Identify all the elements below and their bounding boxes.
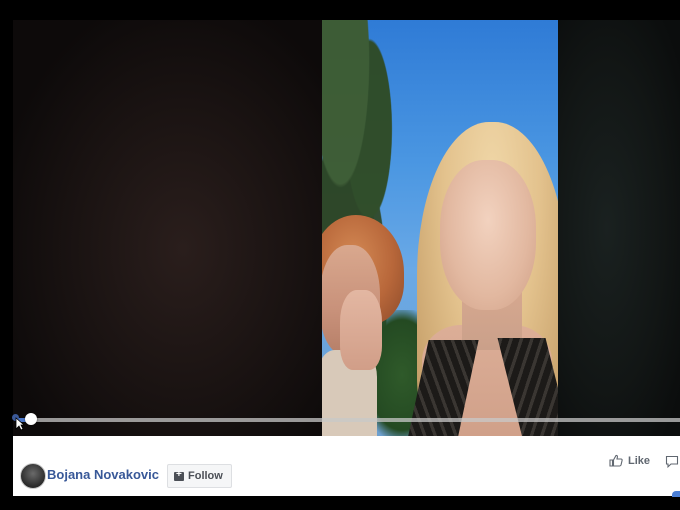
person-right-face xyxy=(440,160,536,310)
author-name[interactable]: Bojana Novakovic xyxy=(47,467,159,482)
mouse-pointer-icon xyxy=(15,417,25,431)
like-button[interactable]: Like xyxy=(609,454,650,467)
bottom-border xyxy=(0,496,680,510)
video-blur-right xyxy=(558,20,680,436)
avatar[interactable] xyxy=(20,463,46,489)
progress-scrubber-handle[interactable] xyxy=(25,413,37,425)
top-border xyxy=(0,0,680,20)
video-player[interactable] xyxy=(13,20,680,436)
comment-icon[interactable] xyxy=(665,455,679,468)
follow-label: Follow xyxy=(188,470,223,482)
follow-plus-icon xyxy=(174,469,184,481)
corner-badge xyxy=(672,491,680,497)
like-label: Like xyxy=(628,454,651,467)
post-footer: Bojana Novakovic Follow Like xyxy=(13,436,680,496)
video-blur-left xyxy=(13,20,322,436)
follow-button[interactable]: Follow xyxy=(167,464,232,488)
video-progress-bar[interactable] xyxy=(18,418,680,422)
video-frame[interactable] xyxy=(322,20,558,436)
person-left-hand xyxy=(340,290,382,370)
thumbs-up-icon xyxy=(609,454,623,467)
